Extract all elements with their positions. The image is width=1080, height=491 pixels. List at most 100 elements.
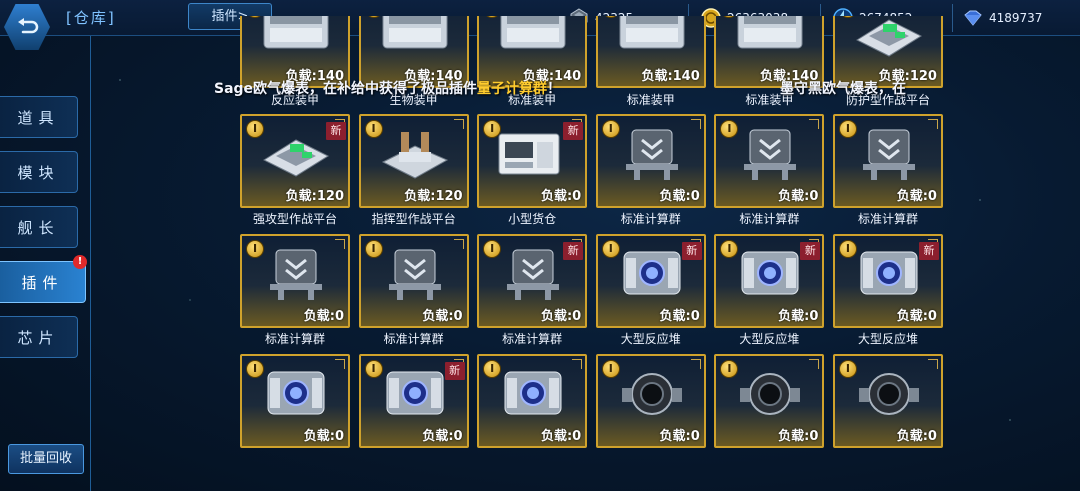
load-value: 负载:0 xyxy=(659,429,700,444)
sidebar-item-modules[interactable]: 模块 xyxy=(0,151,78,193)
plugin-item[interactable]: I负载:140生物装甲 xyxy=(358,16,469,114)
plugin-card[interactable]: I 新负载:0 xyxy=(595,234,706,328)
plugin-item[interactable]: I 负载:0 xyxy=(595,354,706,474)
load-value: 负载:0 xyxy=(540,429,582,444)
plugin-card[interactable]: I 新负载:0 xyxy=(477,114,588,208)
crystal-icon xyxy=(964,10,982,26)
card-corner-decoration xyxy=(690,359,701,369)
load-value: 负载:0 xyxy=(303,429,344,444)
card-corner-decoration xyxy=(572,359,583,369)
plugin-item[interactable]: I 新负载:0 xyxy=(358,354,469,474)
load-value: 负载:0 xyxy=(778,309,819,324)
plugin-name: 标准计算群 xyxy=(264,332,325,346)
plugin-item[interactable]: I 负载:0 标准计算群 xyxy=(240,234,350,354)
load-value: 负载:0 xyxy=(896,309,937,324)
card-corner-decoration xyxy=(453,239,464,249)
plugin-name: 指挥型作战平台 xyxy=(371,212,456,226)
plugin-card[interactable]: I 负载:0 xyxy=(832,354,943,448)
plugin-card[interactable]: I 新负载:0 xyxy=(832,234,943,328)
plugin-name: 小型货仓 xyxy=(508,212,557,226)
plugin-card[interactable]: I 负载:0 xyxy=(595,354,706,448)
plugin-item[interactable]: I负载:120防护型作战平台 xyxy=(832,16,943,114)
card-corner-decoration xyxy=(927,359,938,369)
load-value: 负载:120 xyxy=(404,189,463,204)
card-corner-decoration xyxy=(809,359,820,369)
plugin-item[interactable]: I 负载:0 xyxy=(832,354,943,474)
sidebar-item-plugins[interactable]: 插件 ! xyxy=(0,255,87,303)
plugin-name: 标准计算群 xyxy=(502,332,563,346)
broadcast-text: Sage欧气爆表，在补给中获得了极品插件 xyxy=(214,81,478,97)
card-corner-decoration xyxy=(809,119,820,129)
plugin-card[interactable]: I 负载:0 xyxy=(595,114,706,208)
plugin-item[interactable]: I 负载:0 xyxy=(477,354,588,474)
sidebar-item-label: 模块 xyxy=(17,163,60,182)
plugin-card[interactable]: I 新负载:0 xyxy=(477,234,588,328)
plugin-card[interactable]: I 负载:0 xyxy=(240,234,350,328)
plugin-name: 大型反应堆 xyxy=(620,332,681,346)
sidebar-item-label: 道具 xyxy=(17,108,60,127)
plugin-item[interactable]: I 负载:0 标准计算群 xyxy=(595,114,706,234)
plugin-item[interactable]: I 负载:0 标准计算群 xyxy=(714,114,825,234)
broadcast-highlight: 量子计算群 xyxy=(477,81,548,97)
plugin-item[interactable]: I负载:140标准装甲 xyxy=(595,16,706,114)
load-value: 负载:0 xyxy=(659,189,700,204)
plugin-item[interactable]: I 新负载:0 小型货仓 xyxy=(477,114,588,234)
plugin-name: 标准计算群 xyxy=(857,212,918,226)
plugin-card[interactable]: I 负载:0 xyxy=(714,354,825,448)
load-value: 负载:0 xyxy=(778,189,819,204)
plugin-card[interactable]: I 负载:0 xyxy=(832,114,943,208)
plugin-card[interactable]: I 新负载:0 xyxy=(358,354,469,448)
broadcast-suffix: ！ xyxy=(547,81,562,97)
plugin-item[interactable]: I负载:140标准装甲 xyxy=(714,16,825,114)
plugin-item[interactable]: I负载:140反应装甲 xyxy=(240,16,350,114)
card-corner-decoration xyxy=(335,239,345,249)
plugin-card[interactable]: I 负载:0 xyxy=(240,354,350,448)
sidebar: 道具 模块 舰长 插件 ! 芯片 xyxy=(0,36,90,491)
sidebar-item-captains[interactable]: 舰长 xyxy=(0,206,78,248)
plugin-card[interactable]: I 负载:0 xyxy=(477,354,588,448)
plugin-item[interactable]: I 负载:0 标准计算群 xyxy=(358,234,469,354)
plugin-item[interactable]: I 负载:0 xyxy=(240,354,350,474)
load-value: 负载:0 xyxy=(896,189,937,204)
card-corner-decoration xyxy=(690,119,701,129)
plugin-card[interactable]: I 负载:0 xyxy=(358,234,469,328)
sidebar-item-label: 芯片 xyxy=(17,328,60,347)
plugin-item[interactable]: I 新负载:0 标准计算群 xyxy=(477,234,588,354)
broadcast-marquee: Sage欧气爆表，在补给中获得了极品插件量子计算群！ 墨守黑欧气爆表，在 xyxy=(214,78,954,98)
plugin-name: 标准计算群 xyxy=(620,212,681,226)
load-value: 负载:0 xyxy=(303,309,344,324)
page-title: [仓库] xyxy=(66,9,116,27)
card-corner-decoration xyxy=(335,359,345,369)
divider xyxy=(952,4,953,32)
plugin-item[interactable]: I 负载:0 标准计算群 xyxy=(832,114,943,234)
load-value: 负载:0 xyxy=(540,309,582,324)
sidebar-item-items[interactable]: 道具 xyxy=(0,96,78,138)
plugin-name: 强攻型作战平台 xyxy=(252,212,337,226)
plugin-name: 大型反应堆 xyxy=(739,332,800,346)
batch-recycle-button[interactable]: 批量回收 xyxy=(8,444,84,474)
plugin-name: 标准计算群 xyxy=(383,332,444,346)
card-corner-decoration xyxy=(927,119,938,129)
plugin-item[interactable]: I负载:140标准装甲 xyxy=(477,16,588,114)
load-value: 负载:0 xyxy=(540,189,582,204)
plugin-card[interactable]: I 新负载:120 xyxy=(240,114,350,208)
load-value: 负载:0 xyxy=(778,429,819,444)
plugin-item[interactable]: I 新负载:120 强攻型作战平台 xyxy=(240,114,350,234)
plugin-card[interactable]: I负载:120 xyxy=(358,114,469,208)
plugin-name: 标准计算群 xyxy=(739,212,800,226)
plugin-card[interactable]: I 负载:0 xyxy=(714,114,825,208)
plugin-item[interactable]: I 新负载:0 大型反应堆 xyxy=(832,234,943,354)
plugin-item[interactable]: I 负载:0 xyxy=(714,354,825,474)
broadcast-text-2: 墨守黑欧气爆表，在 xyxy=(780,81,906,97)
plugin-item[interactable]: I 新负载:0 大型反应堆 xyxy=(595,234,706,354)
plugin-item[interactable]: I 新负载:0 大型反应堆 xyxy=(714,234,825,354)
load-value: 负载:0 xyxy=(659,309,700,324)
load-value: 负载:0 xyxy=(422,309,463,324)
back-arrow-icon xyxy=(18,18,39,34)
plugin-card[interactable]: I 新负载:0 xyxy=(714,234,825,328)
sidebar-item-chips[interactable]: 芯片 xyxy=(0,316,78,358)
plugin-item[interactable]: I 负载:120 指挥型作战平台 xyxy=(358,114,469,234)
load-value: 负载:0 xyxy=(422,429,463,444)
resource-crystal: 4189737 xyxy=(962,6,1042,30)
plugin-name: 大型反应堆 xyxy=(857,332,918,346)
